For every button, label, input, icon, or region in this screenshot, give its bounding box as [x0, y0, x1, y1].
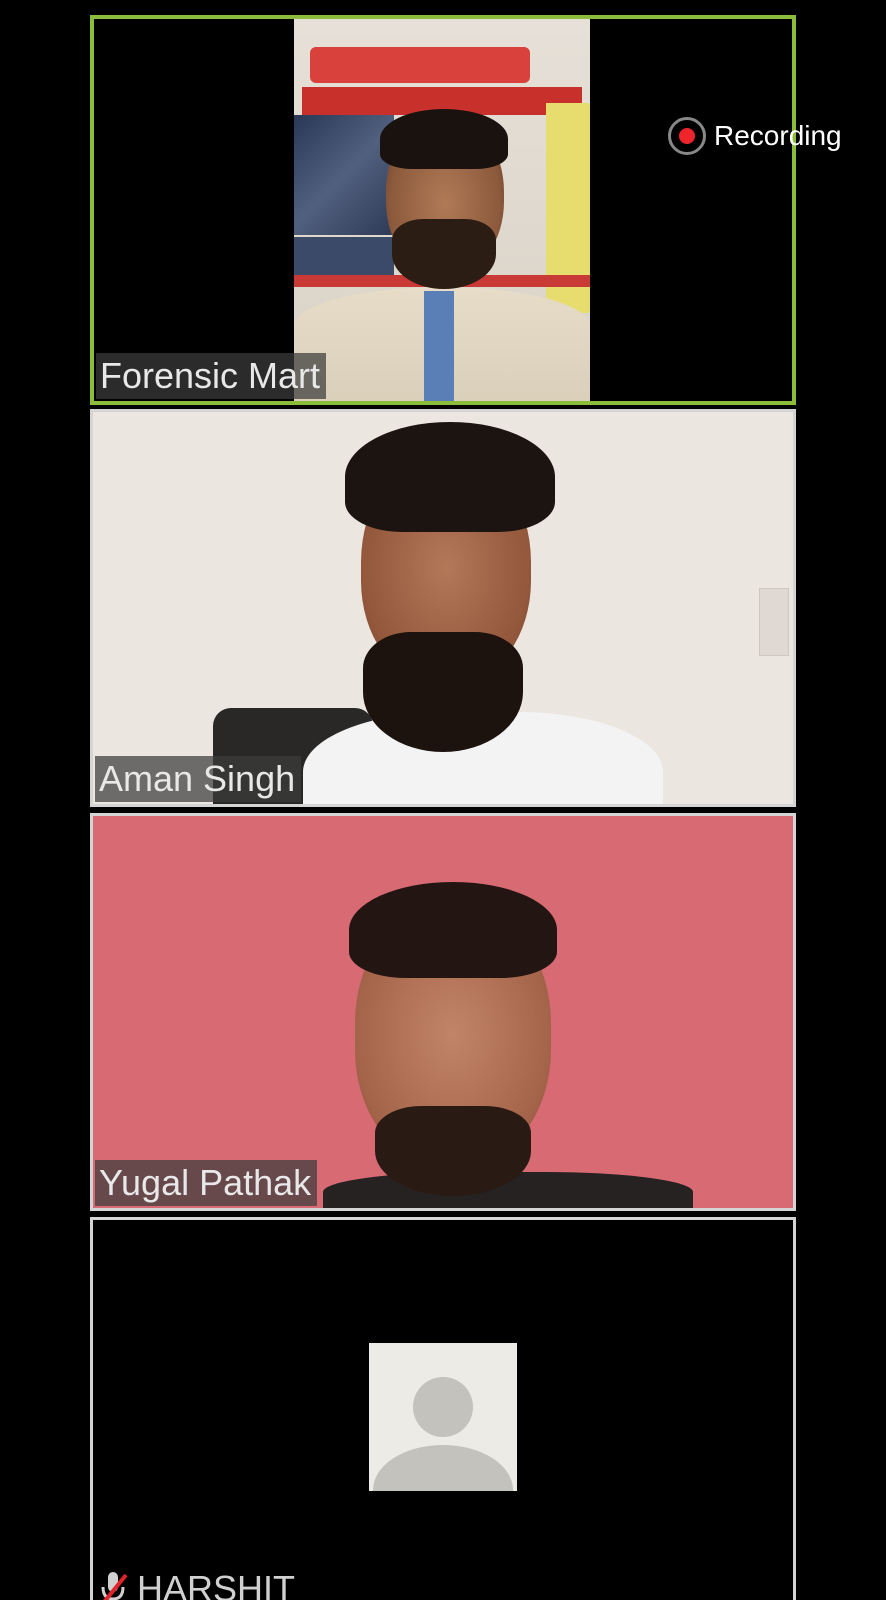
record-dot	[679, 128, 695, 144]
participant-beard	[363, 632, 523, 752]
avatar-head	[413, 1377, 473, 1437]
record-icon	[668, 117, 706, 155]
participant-collar	[424, 291, 454, 401]
recording-label: Recording	[714, 120, 842, 151]
participant-name-label: HARSHIT	[137, 1568, 296, 1600]
participant-beard	[375, 1106, 531, 1196]
participant-name-label: Forensic Mart	[96, 353, 327, 399]
mic-muted-icon	[101, 1572, 128, 1600]
background-poster-image-2	[294, 237, 394, 277]
participant-name-row: HARSHIT	[97, 1566, 295, 1600]
participant-video	[294, 19, 590, 401]
background-poster	[310, 47, 530, 83]
participant-name-label: Yugal Pathak	[95, 1160, 318, 1206]
avatar-body	[373, 1445, 513, 1491]
background-poster-image	[294, 115, 394, 235]
participant-tile-forensic-mart[interactable]: Forensic Mart	[90, 15, 796, 405]
recording-indicator[interactable]: Recording	[668, 117, 842, 155]
participant-beard	[392, 219, 496, 289]
participant-hair	[345, 422, 555, 532]
participant-tile-aman-singh[interactable]: Aman Singh	[90, 409, 796, 807]
default-user-avatar-icon	[369, 1343, 517, 1491]
participant-name-label: Aman Singh	[95, 756, 302, 802]
participant-hair	[349, 882, 557, 978]
participant-tile-harshit[interactable]: HARSHIT	[90, 1217, 796, 1600]
participant-hair	[380, 109, 508, 169]
participant-tile-yugal-pathak[interactable]: Yugal Pathak	[90, 813, 796, 1211]
wall-switch	[759, 588, 789, 656]
video-call-gallery: Forensic Mart Recording Aman Singh Yugal…	[0, 0, 886, 1600]
